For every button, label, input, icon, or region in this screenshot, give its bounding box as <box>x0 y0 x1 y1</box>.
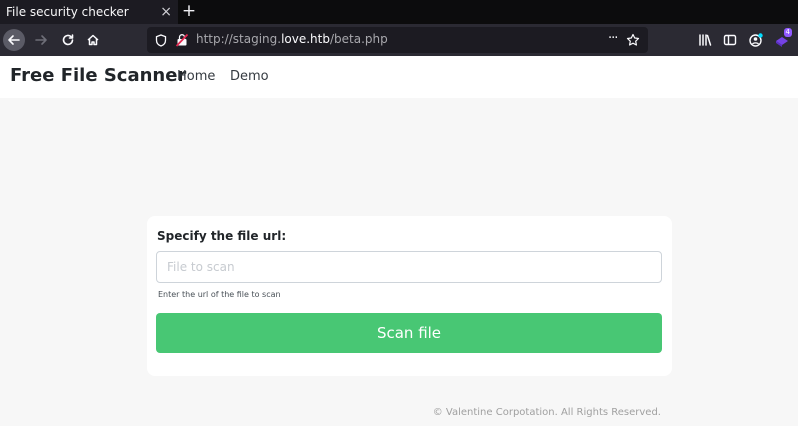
url-scheme: http://staging. <box>196 32 282 46</box>
account-icon[interactable] <box>746 30 766 50</box>
url-host: love.htb <box>281 32 330 46</box>
arrow-right-icon <box>35 35 47 45</box>
file-url-label: Specify the file url: <box>157 229 287 243</box>
tab-file-security-checker[interactable]: File security checker × <box>0 0 178 24</box>
url-path: /beta.php <box>329 32 388 46</box>
site-header: Free File Scanner Home Demo <box>0 56 798 98</box>
reload-icon <box>62 34 74 46</box>
scan-file-button[interactable]: Scan file <box>156 313 662 353</box>
site-brand[interactable]: Free File Scanner <box>10 65 186 86</box>
back-button[interactable] <box>3 29 25 51</box>
insecure-lock-icon[interactable] <box>174 32 190 48</box>
reload-button[interactable] <box>57 29 79 51</box>
file-url-help-text: Enter the url of the file to scan <box>158 290 281 299</box>
scan-form-card: Specify the file url: Enter the url of t… <box>147 216 672 376</box>
library-icon[interactable] <box>695 30 715 50</box>
tab-title: File security checker <box>6 5 129 19</box>
url-text: http://staging.love.htb/beta.php <box>196 32 388 46</box>
address-bar[interactable]: http://staging.love.htb/beta.php ··· <box>147 27 648 53</box>
file-url-input[interactable] <box>156 251 662 283</box>
navigation-toolbar: http://staging.love.htb/beta.php ··· 4 <box>0 24 798 56</box>
home-button[interactable] <box>82 29 104 51</box>
nav-link-home[interactable]: Home <box>177 69 215 84</box>
notification-badge: 4 <box>783 28 792 37</box>
new-tab-button[interactable]: + <box>180 2 198 20</box>
tab-strip: File security checker × + <box>0 0 798 24</box>
close-tab-icon[interactable]: × <box>160 4 172 20</box>
footer-copyright: © Valentine Corpotation. All Rights Rese… <box>432 407 661 418</box>
nav-link-demo[interactable]: Demo <box>230 69 269 84</box>
arrow-left-icon <box>8 35 20 45</box>
home-icon <box>87 34 99 46</box>
star-icon[interactable] <box>625 32 641 48</box>
page-actions-icon[interactable]: ··· <box>608 31 618 46</box>
shield-icon[interactable] <box>153 32 169 48</box>
extension-icon[interactable]: 4 <box>772 28 792 50</box>
forward-button[interactable] <box>30 29 52 51</box>
sidebar-icon[interactable] <box>720 30 740 50</box>
